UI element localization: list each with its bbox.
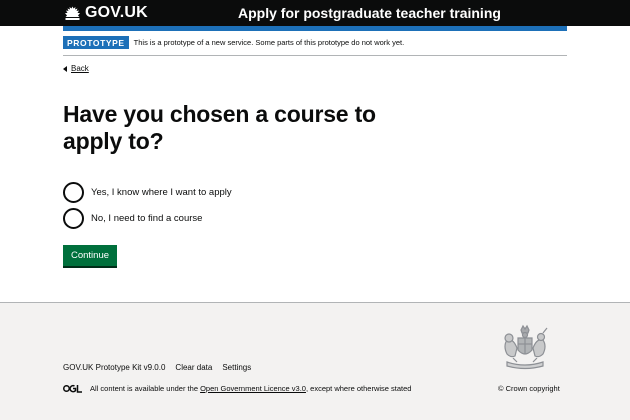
chevron-left-icon [63,65,67,72]
page-heading: Have you chosen a course to apply to? [63,101,376,154]
header-blue-bar [63,26,567,31]
footer-links: GOV.UK Prototype Kit v9.0.0 Clear data S… [63,363,261,372]
royal-coat-of-arms-icon [504,324,548,370]
footer: GOV.UK Prototype Kit v9.0.0 Clear data S… [0,302,630,420]
continue-button[interactable]: Continue [63,245,117,266]
radio-option-no[interactable]: No, I need to find a course [63,208,202,229]
govuk-logo-link[interactable]: GOV.UK [63,4,148,22]
radio-button-no[interactable] [63,208,84,229]
radio-label-no: No, I need to find a course [91,212,203,224]
licence-suffix: , except where otherwise stated [305,384,412,393]
crown-icon [65,6,80,20]
footer-link-settings[interactable]: Settings [222,363,251,372]
radio-label-yes: Yes, I know where I want to apply [91,186,232,198]
footer-link-clear-data[interactable]: Clear data [175,363,212,372]
crown-copyright-link[interactable]: © Crown copyright [498,384,560,393]
govuk-logo-text: GOV.UK [85,4,148,21]
footer-link-prototype-kit[interactable]: GOV.UK Prototype Kit v9.0.0 [63,363,165,372]
back-link[interactable]: Back [63,64,89,73]
licence-prefix: All content is available under the [90,384,201,393]
ogl-logo-icon [63,384,82,393]
phase-tag: PROTOTYPE [63,36,129,49]
header: GOV.UK Apply for postgraduate teacher tr… [0,0,630,26]
phase-banner: PROTOTYPE This is a prototype of a new s… [63,36,567,56]
radio-button-yes[interactable] [63,182,84,203]
phase-banner-text: This is a prototype of a new service. So… [133,38,405,47]
back-link-label: Back [71,64,89,73]
service-name-link[interactable]: Apply for postgraduate teacher training [238,4,501,22]
licence-link[interactable]: Open Government Licence v3.0 [200,384,306,393]
radio-option-yes[interactable]: Yes, I know where I want to apply [63,182,232,203]
licence-row: All content is available under the Open … [63,384,411,393]
